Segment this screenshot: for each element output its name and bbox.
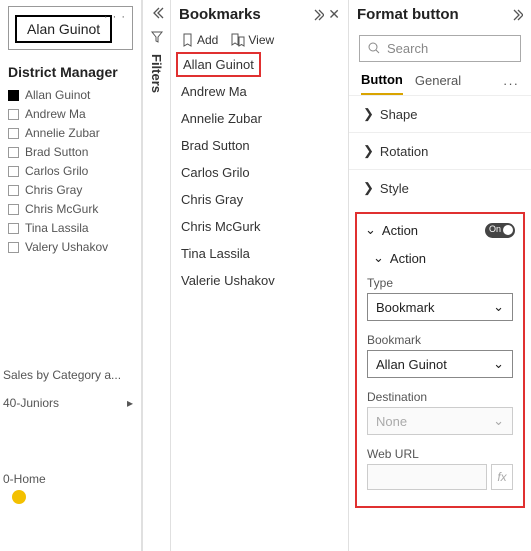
- bookmark-item[interactable]: Allan Guinot: [176, 52, 261, 77]
- manager-item[interactable]: Allan Guinot: [8, 88, 133, 102]
- action-section: ⌄Action ⌄Action Type Bookmark⌄ Bookmark Al…: [355, 212, 525, 508]
- checkbox-icon: [8, 242, 19, 253]
- manager-item[interactable]: Valery Ushakov: [8, 240, 133, 254]
- checkbox-icon: [8, 109, 19, 120]
- format-panel: Format button Search Button General ··· …: [348, 0, 531, 551]
- bookmark-item[interactable]: Carlos Grilo: [181, 159, 338, 186]
- fx-button[interactable]: fx: [491, 464, 513, 490]
- bookmark-dropdown[interactable]: Allan Guinot⌄: [367, 350, 513, 378]
- chevron-down-icon: ⌄: [493, 413, 504, 429]
- section-style[interactable]: ❯Style: [349, 169, 531, 206]
- checkbox-icon: [8, 90, 19, 101]
- weburl-input: [367, 464, 487, 490]
- chevron-down-icon: ⌄: [493, 356, 504, 372]
- manager-item[interactable]: Tina Lassila: [8, 221, 133, 235]
- bookmark-view-icon: [230, 33, 245, 47]
- dot-marker: [12, 490, 26, 504]
- manager-item[interactable]: Brad Sutton: [8, 145, 133, 159]
- expand-icon[interactable]: [311, 8, 324, 21]
- search-icon: [368, 42, 381, 55]
- bookmarks-toolbar: Add View: [171, 29, 348, 51]
- district-manager-list: Allan Guinot Andrew Ma Annelie Zubar Brad S…: [8, 88, 133, 254]
- bookmarks-title: Bookmarks: [179, 6, 261, 23]
- collapse-icon[interactable]: [150, 6, 164, 20]
- bookmark-item[interactable]: Tina Lassila: [181, 240, 338, 267]
- manager-item[interactable]: Chris Gray: [8, 183, 133, 197]
- chevron-down-icon: ⌄: [365, 222, 376, 238]
- action-header[interactable]: ⌄Action: [357, 214, 523, 242]
- tab-button[interactable]: Button: [361, 72, 403, 95]
- close-icon[interactable]: ✕: [328, 6, 340, 23]
- manager-item[interactable]: Carlos Grilo: [8, 164, 133, 178]
- manager-item[interactable]: Andrew Ma: [8, 107, 133, 121]
- checkbox-icon: [8, 166, 19, 177]
- checkbox-icon: [8, 223, 19, 234]
- action-subheader[interactable]: ⌄Action: [357, 242, 523, 270]
- chevron-right-icon: ❯: [363, 143, 374, 159]
- bookmarks-header: Bookmarks ✕: [171, 0, 348, 29]
- button-card[interactable]: · · · Alan Guinot: [8, 6, 133, 50]
- bookmark-add-icon: [181, 33, 194, 47]
- destination-label: Destination: [367, 390, 513, 404]
- district-manager-title: District Manager: [8, 64, 133, 80]
- format-header: Format button: [349, 0, 531, 29]
- checkbox-icon: [8, 204, 19, 215]
- chevron-down-icon: ⌄: [373, 250, 384, 266]
- bookmark-label: Bookmark: [367, 333, 513, 347]
- checkbox-icon: [8, 185, 19, 196]
- filters-label: Filters: [149, 54, 164, 93]
- left-panel: · · · Alan Guinot District Manager Allan…: [0, 0, 142, 551]
- bookmarks-list: Allan GuinotAndrew MaAnnelie ZubarBrad S…: [171, 51, 348, 296]
- checkbox-icon: [8, 128, 19, 139]
- checkbox-icon: [8, 147, 19, 158]
- bookmarks-panel: Bookmarks ✕ Add View Allan GuinotAndrew …: [170, 0, 348, 551]
- bookmark-item[interactable]: Annelie Zubar: [181, 105, 338, 132]
- card-more-icon[interactable]: · · ·: [104, 11, 126, 23]
- section-shape[interactable]: ❯Shape: [349, 95, 531, 132]
- manager-item[interactable]: Chris McGurk: [8, 202, 133, 216]
- view-bookmark-button[interactable]: View: [230, 33, 274, 47]
- format-title: Format button: [357, 6, 459, 23]
- juniors-row[interactable]: 40-Juniors▸: [0, 396, 133, 410]
- sales-label: Sales by Category a...: [0, 368, 133, 382]
- bookmark-item[interactable]: Valerie Ushakov: [181, 267, 338, 294]
- chevron-down-icon: ⌄: [493, 299, 504, 315]
- bookmark-item[interactable]: Chris McGurk: [181, 213, 338, 240]
- weburl-label: Web URL: [367, 447, 513, 461]
- action-toggle[interactable]: [485, 223, 515, 238]
- bookmark-item[interactable]: Andrew Ma: [181, 78, 338, 105]
- type-label: Type: [367, 276, 513, 290]
- tabs-more-icon[interactable]: ···: [503, 76, 519, 91]
- expand-icon[interactable]: [510, 8, 523, 21]
- section-rotation[interactable]: ❯Rotation: [349, 132, 531, 169]
- chevron-right-icon: ❯: [363, 180, 374, 196]
- bookmark-item[interactable]: Chris Gray: [181, 186, 338, 213]
- home-label: 0-Home: [0, 472, 133, 486]
- format-tabs: Button General ···: [349, 68, 531, 95]
- chevron-right-icon: ❯: [363, 106, 374, 122]
- manager-item[interactable]: Annelie Zubar: [8, 126, 133, 140]
- tab-general[interactable]: General: [415, 73, 461, 94]
- destination-dropdown: None⌄: [367, 407, 513, 435]
- filters-strip[interactable]: Filters: [142, 0, 170, 551]
- filter-icon: [150, 30, 164, 44]
- search-input[interactable]: Search: [359, 35, 521, 62]
- chevron-right-icon: ▸: [127, 396, 133, 410]
- add-bookmark-button[interactable]: Add: [181, 33, 218, 47]
- button-preview[interactable]: Alan Guinot: [15, 15, 112, 43]
- bookmark-item[interactable]: Brad Sutton: [181, 132, 338, 159]
- type-dropdown[interactable]: Bookmark⌄: [367, 293, 513, 321]
